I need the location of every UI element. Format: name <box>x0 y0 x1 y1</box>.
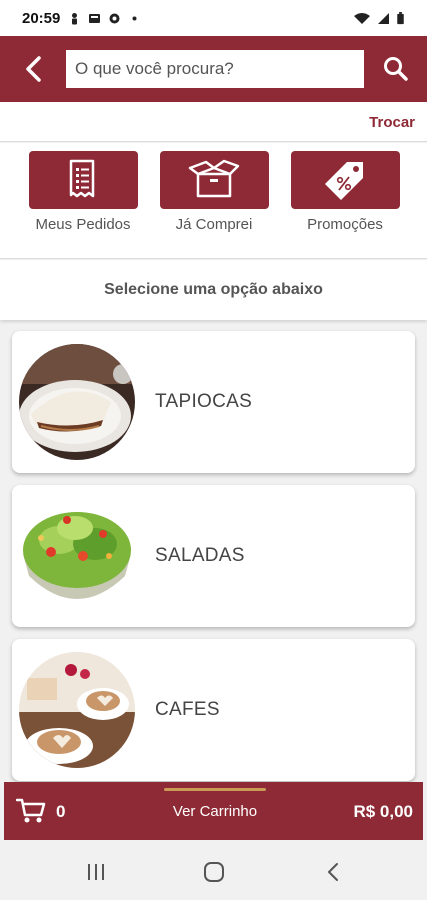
status-bar: 20:59 <box>0 0 427 36</box>
category-card-tapiocas[interactable]: TAPIOCAS <box>12 331 415 473</box>
discount-tag-icon <box>325 162 363 200</box>
category-name: TAPIOCAS <box>155 391 253 412</box>
quick-actions: Meus Pedidos Já Comprei Promoções <box>0 143 427 259</box>
battery-icon <box>397 11 404 24</box>
signal-icon <box>378 12 389 24</box>
quick-action-label: Já Comprei <box>175 216 253 233</box>
cart-count: 0 <box>56 802 66 821</box>
quick-action-promotions[interactable]: Promoções <box>290 151 400 233</box>
location-bar: Trocar <box>0 102 427 142</box>
back-button[interactable] <box>0 36 66 102</box>
receipt-icon <box>69 159 95 198</box>
salad-photo <box>19 498 135 614</box>
shopping-cart-icon <box>16 798 46 823</box>
quick-action-label: Promoções <box>307 216 383 233</box>
coffee-photo <box>19 652 135 768</box>
gear-icon <box>109 13 120 23</box>
view-cart-button[interactable]: Ver Carrinho <box>164 803 266 820</box>
home-icon[interactable] <box>202 861 226 883</box>
category-name: CAFES <box>155 699 220 720</box>
status-time: 20:59 <box>22 9 61 27</box>
chevron-left-icon <box>26 56 41 82</box>
search-input[interactable] <box>66 50 364 88</box>
cart-accent-line <box>164 788 266 791</box>
search-button[interactable] <box>364 36 427 102</box>
app-header <box>0 36 427 102</box>
quick-action-label: Meus Pedidos <box>35 216 131 233</box>
dot-icon <box>132 16 137 20</box>
quick-action-bought[interactable]: Já Comprei <box>159 151 269 233</box>
search-icon <box>383 57 408 81</box>
back-nav-icon[interactable] <box>322 861 346 883</box>
image-icon <box>89 13 101 23</box>
quick-action-my-orders[interactable]: Meus Pedidos <box>28 151 138 233</box>
recent-apps-icon[interactable] <box>84 861 108 883</box>
person-icon <box>72 12 78 24</box>
system-nav-bar <box>0 843 427 900</box>
category-name: SALADAS <box>155 545 245 566</box>
category-card-cafes[interactable]: CAFES <box>12 639 415 781</box>
category-card-saladas[interactable]: SALADAS <box>12 485 415 627</box>
wifi-icon <box>354 12 370 24</box>
open-box-icon <box>188 159 240 198</box>
cart-total: R$ 0,00 <box>353 802 413 821</box>
cart-bar[interactable]: 0 Ver Carrinho R$ 0,00 <box>4 782 423 840</box>
tapioca-photo <box>19 344 135 460</box>
change-location-link[interactable]: Trocar <box>369 114 415 131</box>
instruction-text: Selecione uma opção abaixo <box>0 260 427 320</box>
